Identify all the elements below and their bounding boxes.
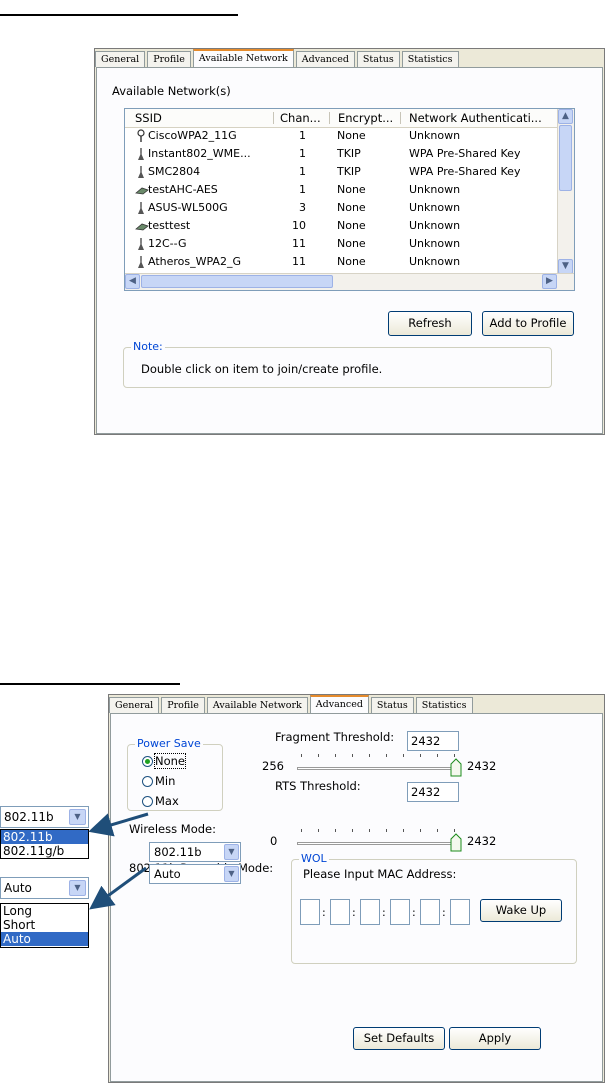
callout-arrows [88,812,149,910]
wireless-mode-arrow [88,812,149,837]
preamble-arrow [89,866,147,910]
